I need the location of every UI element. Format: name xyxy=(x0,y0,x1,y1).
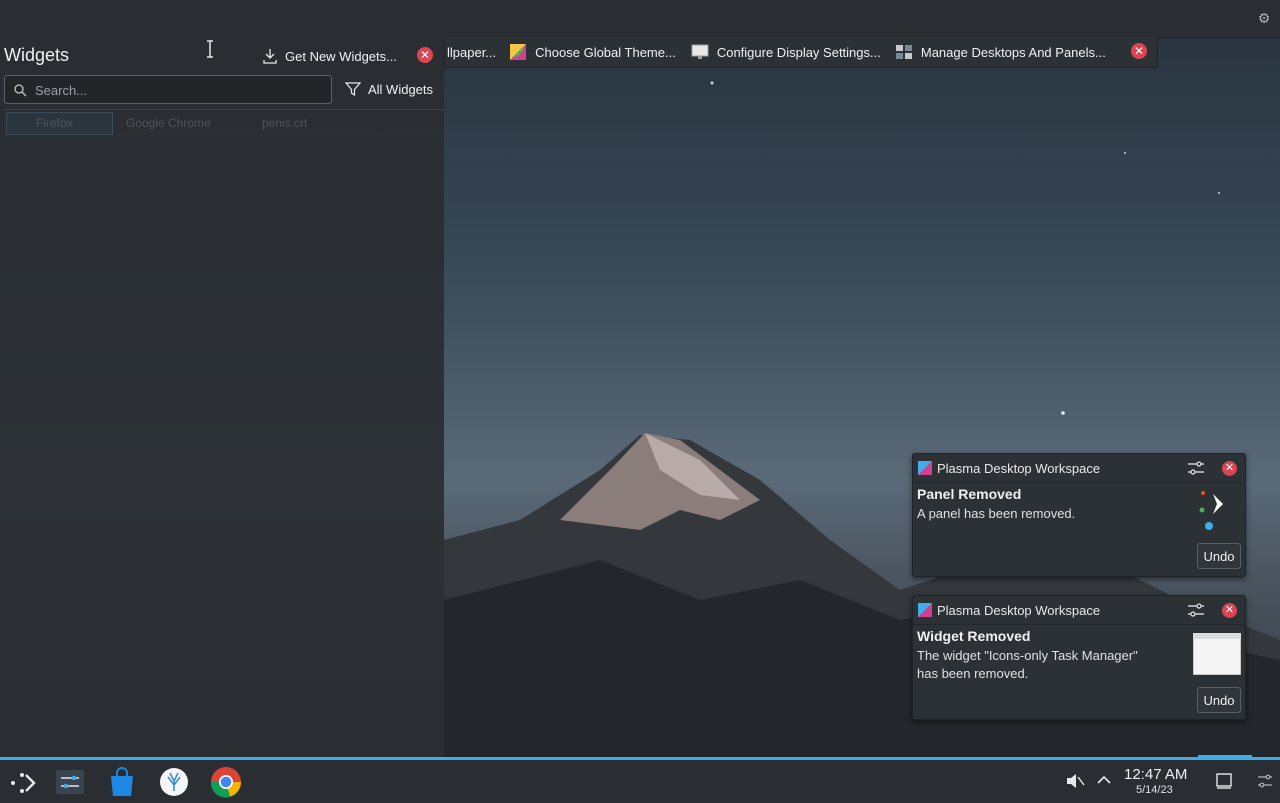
panel-settings-icon[interactable] xyxy=(1257,773,1273,789)
window-icon xyxy=(1193,633,1241,675)
close-icon[interactable]: ✕ xyxy=(1131,43,1147,59)
kde-connect-icon[interactable] xyxy=(156,765,192,799)
discover-store-icon[interactable] xyxy=(104,765,140,799)
toolbar-manage-desktops[interactable]: Manage Desktops And Panels... xyxy=(895,37,1106,68)
close-icon[interactable]: ✕ xyxy=(417,47,433,63)
widget-list: Firefox Google Chrome penis.crt xyxy=(4,109,444,135)
top-panel: ⚙ xyxy=(0,0,1280,38)
list-item[interactable]: Google Chrome xyxy=(126,116,211,130)
configure-icon[interactable] xyxy=(1187,602,1205,618)
search-icon xyxy=(14,84,27,97)
clock-time[interactable]: 12:47 AM xyxy=(1124,766,1187,783)
show-desktop-icon[interactable] xyxy=(1215,772,1233,790)
application-launcher-icon[interactable] xyxy=(4,765,40,799)
clock-date[interactable]: 5/14/23 xyxy=(1136,784,1173,796)
notification-widget-removed: Plasma Desktop Workspace ✕ Widget Remove… xyxy=(912,595,1246,720)
undo-button[interactable]: Undo xyxy=(1197,687,1241,713)
filter-icon xyxy=(345,82,361,97)
toolbar-item-label: Manage Desktops And Panels... xyxy=(920,44,1106,60)
search-box xyxy=(4,75,332,104)
toolbar-item-label: Choose Global Theme... xyxy=(535,44,676,60)
get-new-widgets-button[interactable]: Get New Widgets... xyxy=(262,46,397,66)
notification-app-name: Plasma Desktop Workspace xyxy=(937,603,1101,618)
display-icon xyxy=(691,44,709,59)
desktop-toolbar: llpaper... Choose Global Theme... Config… xyxy=(444,37,1158,68)
panel-settings-icon[interactable]: ⚙ xyxy=(1256,10,1272,26)
system-settings-icon[interactable] xyxy=(52,765,88,799)
active-task-indicator xyxy=(1198,755,1252,758)
notification-panel-removed: Plasma Desktop Workspace ✕ Panel Removed… xyxy=(912,453,1246,577)
all-widgets-filter[interactable]: All Widgets xyxy=(345,81,433,97)
theme-icon xyxy=(510,44,527,60)
close-icon[interactable]: ✕ xyxy=(1222,461,1237,476)
plasma-icon xyxy=(918,603,932,617)
configure-icon[interactable] xyxy=(1187,460,1205,476)
toolbar-configure-wallpaper[interactable]: llpaper... xyxy=(447,37,496,68)
toolbar-item-label: llpaper... xyxy=(447,44,497,60)
notification-header: Plasma Desktop Workspace ✕ xyxy=(913,596,1245,625)
list-item[interactable]: Firefox xyxy=(36,116,73,130)
notification-body: A panel has been removed. xyxy=(917,506,1076,521)
list-item[interactable]: penis.crt xyxy=(262,116,307,130)
notification-header: Plasma Desktop Workspace ✕ xyxy=(913,454,1245,483)
tray-expand-icon[interactable] xyxy=(1096,773,1112,787)
toolbar-item-label: Configure Display Settings... xyxy=(716,44,881,60)
google-chrome-icon[interactable] xyxy=(208,765,244,799)
muted-volume-icon[interactable] xyxy=(1064,771,1086,791)
text-cursor-icon xyxy=(207,40,213,58)
filter-label: All Widgets xyxy=(368,81,434,97)
notification-title: Widget Removed xyxy=(917,628,1031,644)
widgets-title: Widgets xyxy=(4,45,70,65)
get-new-widgets-label: Get New Widgets... xyxy=(285,48,397,64)
close-icon[interactable]: ✕ xyxy=(1222,603,1237,618)
search-input[interactable] xyxy=(33,80,327,101)
undo-button[interactable]: Undo xyxy=(1197,543,1241,569)
widgets-explorer: Widgets Get New Widgets... ✕ All Widgets… xyxy=(0,37,444,757)
desktops-icon xyxy=(895,45,912,59)
kde-connect-notification-icon xyxy=(1199,491,1223,530)
download-icon xyxy=(263,49,277,64)
notification-app-name: Plasma Desktop Workspace xyxy=(937,461,1101,476)
plasma-icon xyxy=(918,461,932,475)
notification-title: Panel Removed xyxy=(917,486,1022,502)
toolbar-choose-global-theme[interactable]: Choose Global Theme... xyxy=(509,37,676,68)
toolbar-configure-display[interactable]: Configure Display Settings... xyxy=(691,37,881,68)
notification-body: The widget "Icons-only Task Manager" has… xyxy=(917,648,1138,681)
bottom-taskbar: 12:47 AM 5/14/23 xyxy=(0,757,1280,803)
